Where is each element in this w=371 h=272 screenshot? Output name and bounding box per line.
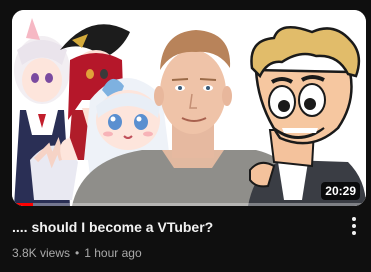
upload-age: 1 hour ago (84, 246, 142, 260)
video-thumbnail[interactable]: 20:29 (12, 10, 366, 206)
more-vert-icon[interactable] (342, 214, 366, 238)
watch-progress-fill (12, 203, 34, 206)
kebab-dot (352, 217, 356, 221)
kebab-dot (352, 224, 356, 228)
view-count: 3.8K views (12, 246, 71, 260)
meta-separator: • (75, 246, 80, 260)
thumbnail-image (12, 10, 366, 206)
kebab-dot (352, 231, 356, 235)
duration-badge: 20:29 (321, 182, 360, 200)
video-metadata: 3.8K views • 1 hour ago (12, 245, 142, 261)
video-card[interactable]: 20:29 .... should I become a VTuber? 3.8… (0, 0, 371, 272)
watch-progress-track (12, 203, 366, 206)
video-title[interactable]: .... should I become a VTuber? (12, 218, 332, 236)
